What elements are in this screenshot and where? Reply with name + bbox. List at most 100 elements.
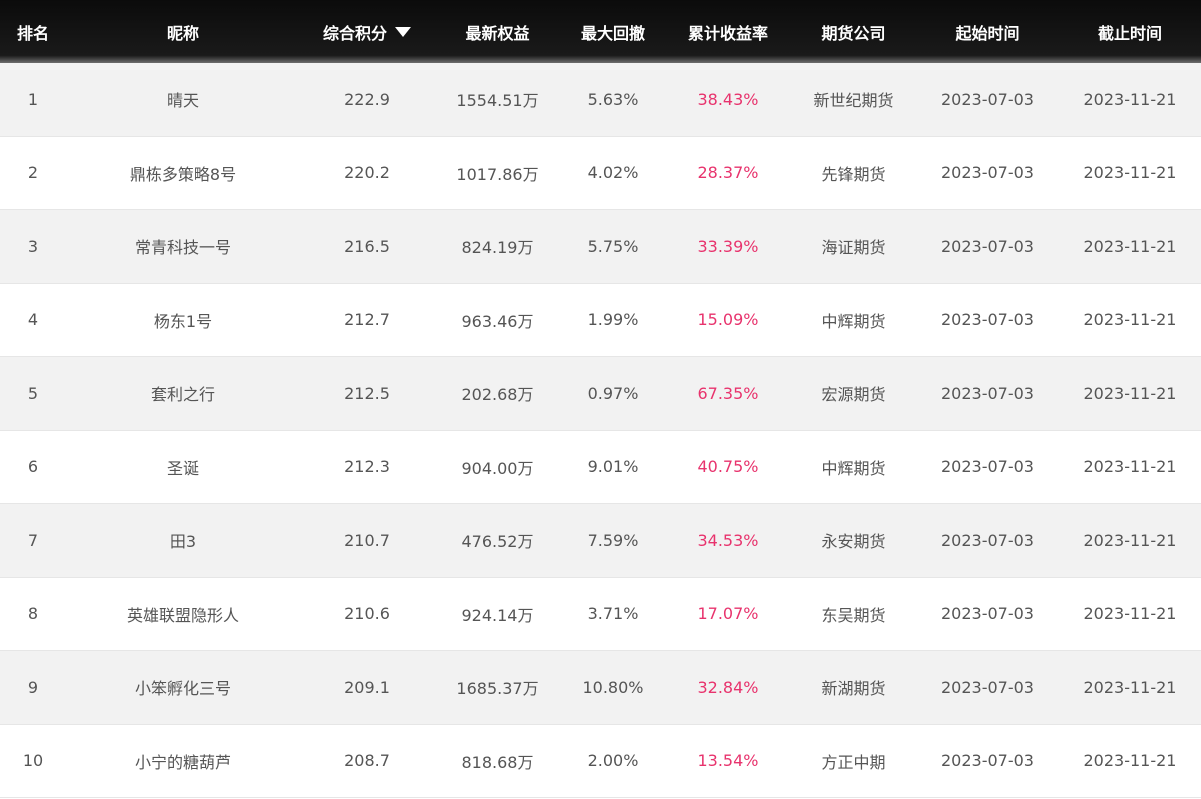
table-row[interactable]: 8 英雄联盟隐形人 210.6 924.14万 3.71% 17.07% 东吴期货 2023-… <box>0 577 1201 651</box>
cell-start-date: 2023-07-03 <box>941 530 1034 550</box>
table-row[interactable]: 6 圣诞 212.3 904.00万 9.01% 40.75% 中辉期货 2023-07-03… <box>0 430 1201 504</box>
cell-return: 38.43% <box>697 89 759 109</box>
cell-rank: 4 <box>27 310 39 330</box>
cell-drawdown: 1.99% <box>587 310 639 330</box>
cell-start-date: 2023-07-03 <box>941 89 1034 109</box>
cell-drawdown: 4.02% <box>587 163 639 183</box>
cell-start-date: 2023-07-03 <box>941 457 1034 477</box>
table-row[interactable]: 9 小笨孵化三号 209.1 1685.37万 10.80% 32.84% 新湖期货 2023… <box>0 651 1201 725</box>
header-name[interactable]: 昵称 <box>66 0 300 63</box>
header-end[interactable]: 截止时间 <box>1059 0 1201 63</box>
cell-end-date: 2023-11-21 <box>1083 163 1177 183</box>
cell-end-date: 2023-11-21 <box>1083 530 1177 550</box>
cell-drawdown: 9.01% <box>587 457 639 477</box>
header-rank[interactable]: 排名 <box>0 0 66 63</box>
cell-company: 中辉期货 <box>821 458 886 478</box>
cell-return: 34.53% <box>697 530 759 550</box>
cell-score: 216.5 <box>344 236 390 256</box>
cell-equity: 202.68万 <box>461 385 534 405</box>
cell-drawdown: 7.59% <box>587 530 639 550</box>
cell-equity: 818.68万 <box>461 752 534 772</box>
cell-company: 先锋期货 <box>821 164 886 184</box>
cell-company: 方正中期 <box>821 752 886 772</box>
cell-return: 67.35% <box>697 383 759 403</box>
caret-down-icon[interactable] <box>395 26 411 37</box>
cell-name: 圣诞 <box>166 458 199 478</box>
header-equity[interactable]: 最新权益 <box>434 0 561 63</box>
cell-return: 32.84% <box>697 677 759 697</box>
cell-start-date: 2023-07-03 <box>941 236 1034 256</box>
cell-company: 新湖期货 <box>821 679 886 699</box>
cell-name: 晴天 <box>166 91 199 111</box>
cell-rank: 8 <box>27 604 39 624</box>
cell-rank: 9 <box>27 677 39 697</box>
cell-start-date: 2023-07-03 <box>941 604 1034 624</box>
cell-start-date: 2023-07-03 <box>941 383 1034 403</box>
cell-name: 套利之行 <box>150 385 215 405</box>
header-score-label: 综合积分 <box>322 23 387 43</box>
cell-score: 210.7 <box>344 530 390 550</box>
cell-name: 杨东1号 <box>153 311 213 331</box>
cell-start-date: 2023-07-03 <box>941 751 1034 771</box>
cell-name: 英雄联盟隐形人 <box>126 605 239 625</box>
cell-equity: 1017.86万 <box>456 164 539 184</box>
table-row[interactable]: 1 晴天 222.9 1554.51万 5.63% 38.43% 新世纪期货 2023-07-… <box>0 63 1201 137</box>
header-drawdown[interactable]: 最大回撤 <box>561 0 665 63</box>
cell-rank: 2 <box>27 163 39 183</box>
cell-name: 小宁的糖葫芦 <box>134 752 231 772</box>
cell-equity: 924.14万 <box>461 605 534 625</box>
table-row[interactable]: 4 杨东1号 212.7 963.46万 1.99% 15.09% 中辉期货 2023-07-… <box>0 283 1201 357</box>
cell-end-date: 2023-11-21 <box>1083 236 1177 256</box>
cell-company: 宏源期货 <box>821 385 886 405</box>
cell-equity: 963.46万 <box>461 311 534 331</box>
cell-equity: 824.19万 <box>461 238 534 258</box>
table-row[interactable]: 2 鼎栋多策略8号 220.2 1017.86万 4.02% 28.37% 先锋期货 2023… <box>0 136 1201 210</box>
cell-rank: 6 <box>27 457 39 477</box>
cell-drawdown: 10.80% <box>582 677 644 697</box>
cell-end-date: 2023-11-21 <box>1083 677 1177 697</box>
cell-rank: 7 <box>27 530 39 550</box>
cell-score: 222.9 <box>344 89 390 109</box>
cell-return: 40.75% <box>697 457 759 477</box>
cell-rank: 10 <box>22 751 44 771</box>
cell-rank: 3 <box>27 236 39 256</box>
cell-end-date: 2023-11-21 <box>1083 751 1177 771</box>
cell-equity: 1685.37万 <box>456 679 539 699</box>
cell-name: 田3 <box>169 532 197 552</box>
cell-equity: 476.52万 <box>461 532 534 552</box>
cell-company: 海证期货 <box>821 238 886 258</box>
table-row[interactable]: 3 常青科技一号 216.5 824.19万 5.75% 33.39% 海证期货 2023-0… <box>0 210 1201 284</box>
cell-name: 鼎栋多策略8号 <box>129 164 237 184</box>
cell-equity: 1554.51万 <box>456 91 539 111</box>
cell-company: 东吴期货 <box>821 605 886 625</box>
cell-start-date: 2023-07-03 <box>941 677 1034 697</box>
table-row[interactable]: 7 田3 210.7 476.52万 7.59% 34.53% 永安期货 2023-07-03… <box>0 504 1201 578</box>
cell-end-date: 2023-11-21 <box>1083 604 1177 624</box>
header-start[interactable]: 起始时间 <box>916 0 1059 63</box>
cell-return: 17.07% <box>697 604 759 624</box>
header-return[interactable]: 累计收益率 <box>665 0 791 63</box>
cell-score: 209.1 <box>344 677 390 697</box>
cell-name: 小笨孵化三号 <box>134 679 231 699</box>
cell-drawdown: 0.97% <box>587 383 639 403</box>
cell-drawdown: 2.00% <box>587 751 639 771</box>
cell-score: 212.3 <box>344 457 390 477</box>
cell-return: 33.39% <box>697 236 759 256</box>
cell-rank: 1 <box>27 89 39 109</box>
cell-end-date: 2023-11-21 <box>1083 383 1177 403</box>
cell-name: 常青科技一号 <box>134 238 231 258</box>
header-company[interactable]: 期货公司 <box>791 0 916 63</box>
table-row[interactable]: 10 小宁的糖葫芦 208.7 818.68万 2.00% 13.54% 方正中期 2023-… <box>0 724 1201 798</box>
cell-rank: 5 <box>27 383 39 403</box>
table-body: 1 晴天 222.9 1554.51万 5.63% 38.43% 新世纪期货 2023-07-… <box>0 63 1201 798</box>
cell-score: 208.7 <box>344 751 390 771</box>
cell-company: 新世纪期货 <box>813 91 894 111</box>
table-header: 排名 昵称 综合积分 最新权益 最大回撤 累计收益率 期货公司 起始时间 截止时… <box>0 0 1201 63</box>
table-row[interactable]: 5 套利之行 212.5 202.68万 0.97% 67.35% 宏源期货 2023-07-… <box>0 357 1201 431</box>
header-score-sort[interactable]: 综合积分 <box>300 0 434 63</box>
cell-end-date: 2023-11-21 <box>1083 89 1177 109</box>
cell-return: 28.37% <box>697 163 759 183</box>
cell-drawdown: 5.75% <box>587 236 639 256</box>
cell-start-date: 2023-07-03 <box>941 310 1034 330</box>
cell-return: 15.09% <box>697 310 759 330</box>
